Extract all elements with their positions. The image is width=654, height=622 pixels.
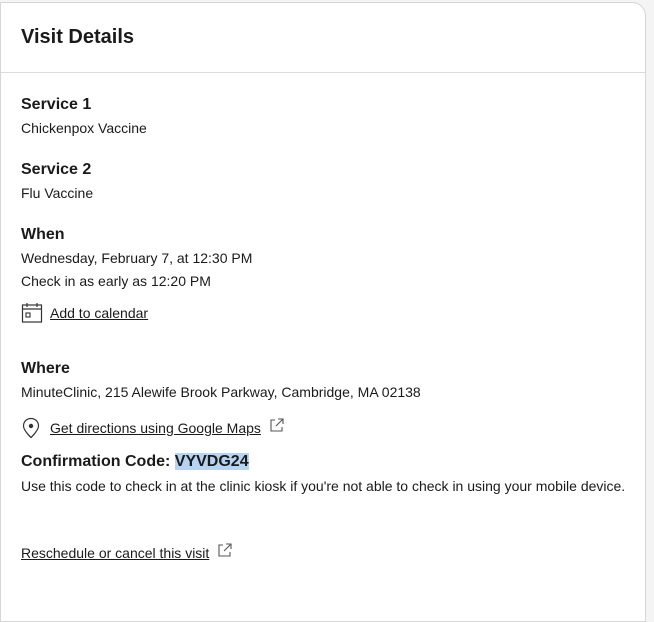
- service-1-label: Service 1: [21, 96, 92, 113]
- reschedule-cancel-link[interactable]: Reschedule or cancel this visit: [21, 545, 209, 561]
- map-pin-icon: [21, 417, 41, 439]
- visit-details-card: Visit Details Service 1 Chickenpox Vacci…: [0, 2, 646, 622]
- confirmation-section: Confirmation Code: VYVDG24 Use this code…: [21, 453, 627, 495]
- directions-row[interactable]: Get directions using Google Maps: [21, 417, 631, 439]
- calendar-icon: [21, 302, 43, 324]
- where-address: MinuteClinic, 215 Alewife Brook Parkway,…: [21, 384, 421, 400]
- page-title: Visit Details: [21, 26, 135, 48]
- when-section: When Wednesday, February 7, at 12:30 PM …: [21, 226, 621, 324]
- external-link-icon: [269, 417, 285, 433]
- get-directions-link[interactable]: Get directions using Google Maps: [50, 420, 261, 436]
- confirmation-heading: Confirmation Code: VYVDG24: [21, 453, 627, 471]
- reschedule-row[interactable]: Reschedule or cancel this visit: [21, 542, 233, 561]
- when-datetime: Wednesday, February 7, at 12:30 PM: [21, 250, 253, 266]
- service-1-value: Chickenpox Vaccine: [21, 120, 147, 136]
- service-2-value: Flu Vaccine: [21, 185, 94, 201]
- confirmation-note: Use this code to check in at the clinic …: [21, 478, 626, 494]
- service-1-section: Service 1 Chickenpox Vaccine: [21, 96, 147, 137]
- confirmation-code: VYVDG24: [174, 453, 249, 470]
- external-link-icon: [217, 542, 233, 558]
- card-header: Visit Details: [1, 3, 645, 73]
- service-2-label: Service 2: [21, 161, 92, 178]
- service-2-section: Service 2 Flu Vaccine: [21, 161, 93, 202]
- confirmation-label: Confirmation Code:: [21, 453, 171, 470]
- where-label: Where: [21, 360, 70, 377]
- when-label: When: [21, 226, 65, 243]
- add-calendar-row[interactable]: Add to calendar: [21, 302, 621, 324]
- when-checkin: Check in as early as 12:20 PM: [21, 273, 211, 289]
- where-section: Where MinuteClinic, 215 Alewife Brook Pa…: [21, 360, 631, 439]
- add-to-calendar-link[interactable]: Add to calendar: [50, 305, 148, 321]
